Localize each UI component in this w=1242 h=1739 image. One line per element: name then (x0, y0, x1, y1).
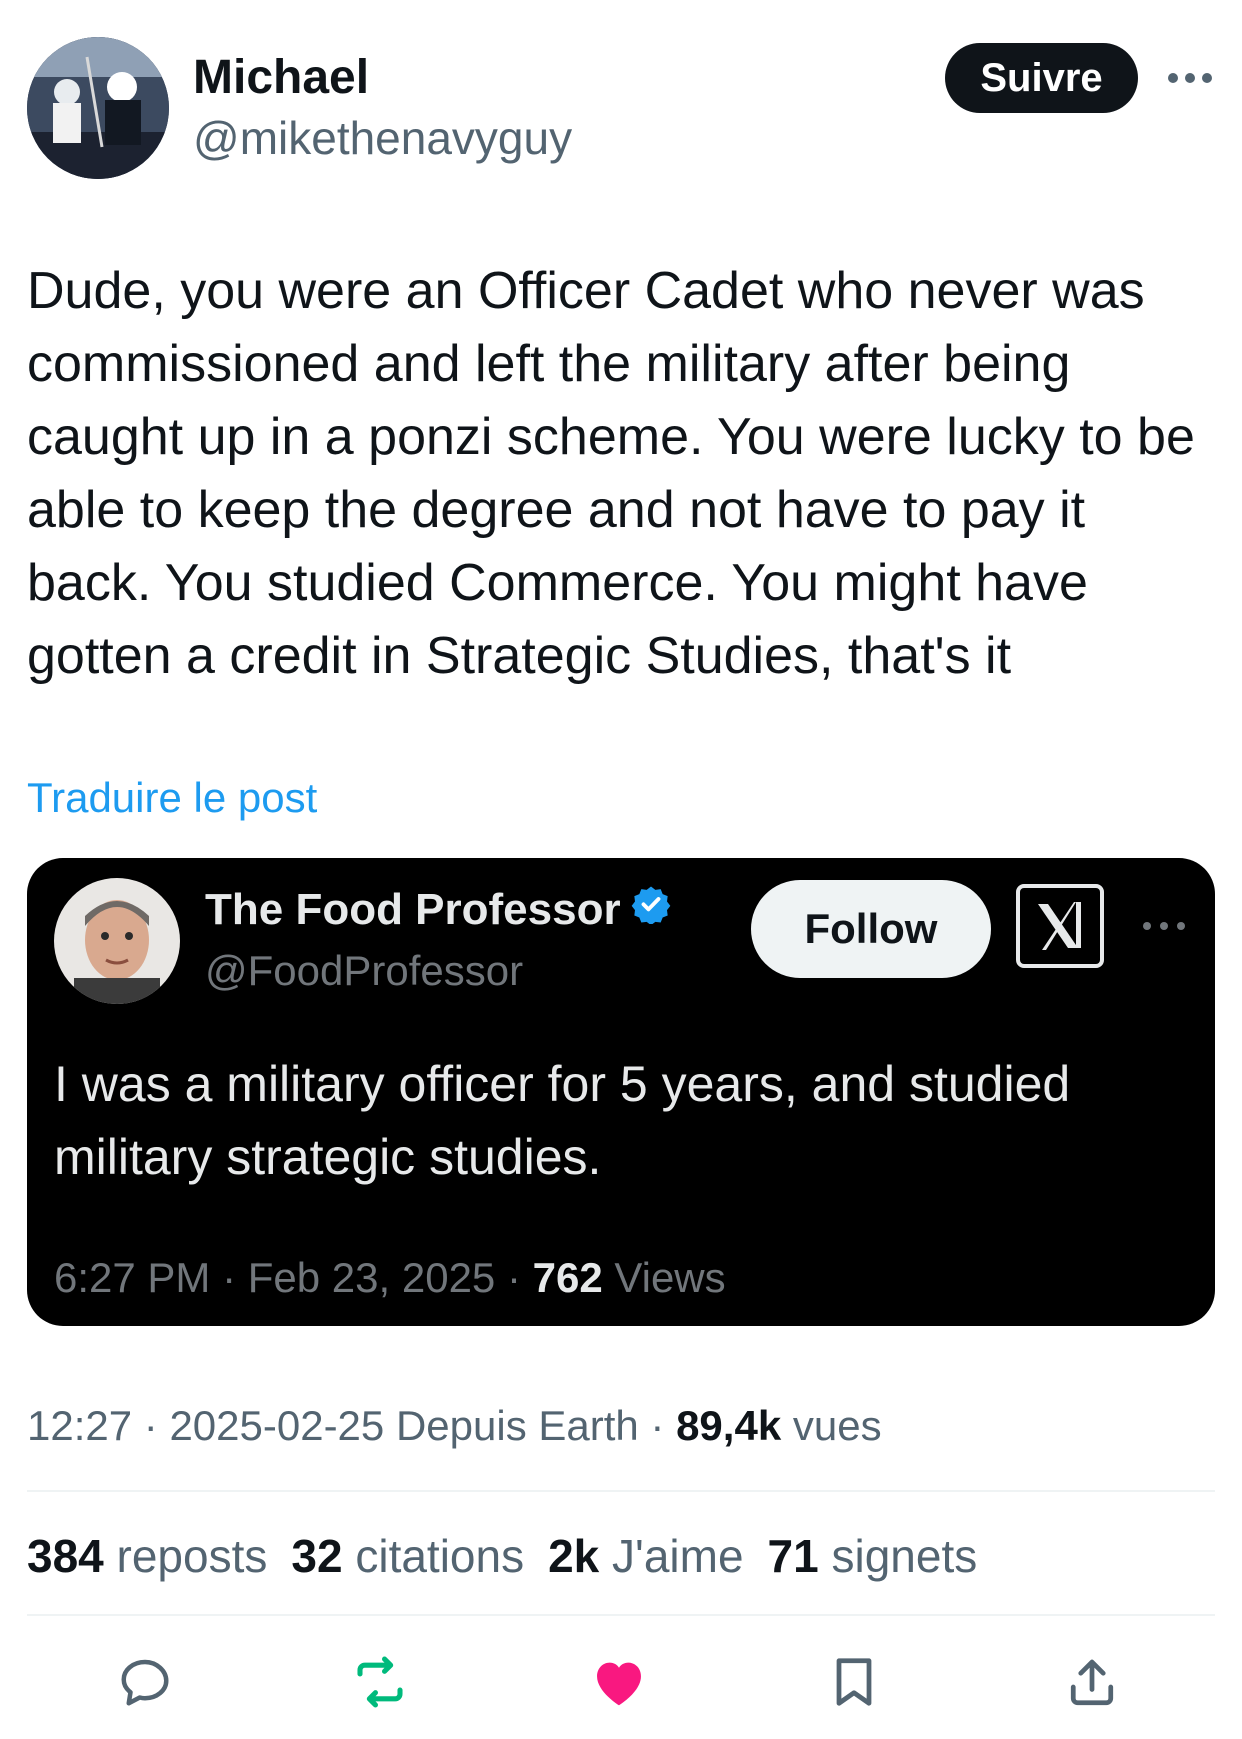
quoted-post-text: I was a military officer for 5 years, an… (54, 1056, 1071, 1185)
translate-post-link[interactable]: Traduire le post (27, 770, 317, 826)
quoted-views-label: Views (614, 1254, 726, 1301)
post-text: Dude, you were an Officer Cadet who neve… (27, 262, 1195, 685)
quoted-views-count: 762 (532, 1254, 603, 1301)
post-meta: 12:27 · 2025-02-25 Depuis Earth · 89,4k … (27, 1398, 882, 1454)
follow-button[interactable]: Suivre (945, 43, 1138, 113)
quoted-more-icon (1139, 914, 1189, 938)
quoted-date: Feb 23, 2025 (247, 1254, 496, 1301)
quoted-author-name-text: The Food Professor (205, 885, 621, 934)
more-horizontal-icon[interactable] (1165, 60, 1215, 96)
verified-badge-icon (631, 882, 671, 938)
divider (27, 1614, 1215, 1616)
quoted-author-handle: @FoodProfessor (205, 947, 524, 994)
stat-reposts[interactable]: 384 reposts (27, 1526, 267, 1586)
post-views-count: 89,4k (676, 1402, 782, 1449)
quoted-author-avatar (54, 878, 180, 1004)
meta-separator: · (506, 1254, 533, 1301)
stat-likes[interactable]: 2k J'aime (548, 1526, 743, 1586)
divider (27, 1490, 1215, 1492)
reply-icon[interactable] (113, 1650, 177, 1714)
quoted-author-name: The Food Professor (205, 882, 671, 938)
quoted-post-card[interactable]: The Food Professor @FoodProfessor Follow… (27, 858, 1215, 1326)
post-date[interactable]: 2025-02-25 (169, 1402, 384, 1449)
author-avatar[interactable] (27, 37, 169, 179)
stat-bookmarks[interactable]: 71 signets (768, 1526, 978, 1586)
meta-separator: · (143, 1402, 170, 1449)
x-logo-icon (1016, 884, 1104, 968)
like-icon[interactable] (587, 1650, 651, 1714)
engagement-stats: 384 reposts 32 citations 2k J'aime 71 si… (27, 1526, 977, 1586)
post-time[interactable]: 12:27 (27, 1402, 132, 1449)
author-name[interactable]: Michael (193, 48, 369, 108)
author-handle[interactable]: @mikethenavyguy (193, 108, 572, 168)
bookmark-icon[interactable] (822, 1650, 886, 1714)
quoted-follow-button: Follow (751, 880, 991, 978)
quoted-time: 6:27 PM (54, 1254, 211, 1301)
quoted-post-meta: 6:27 PM · Feb 23, 2025 · 762 Views (54, 1250, 726, 1306)
stat-quotes[interactable]: 32 citations (291, 1526, 524, 1586)
post-views-label: vues (792, 1402, 882, 1449)
meta-separator: · (222, 1254, 248, 1301)
meta-separator: · (650, 1402, 677, 1449)
share-icon[interactable] (1060, 1650, 1124, 1714)
post-source: Depuis Earth (395, 1402, 639, 1449)
avatar-photo (27, 37, 169, 179)
repost-icon[interactable] (348, 1650, 412, 1714)
